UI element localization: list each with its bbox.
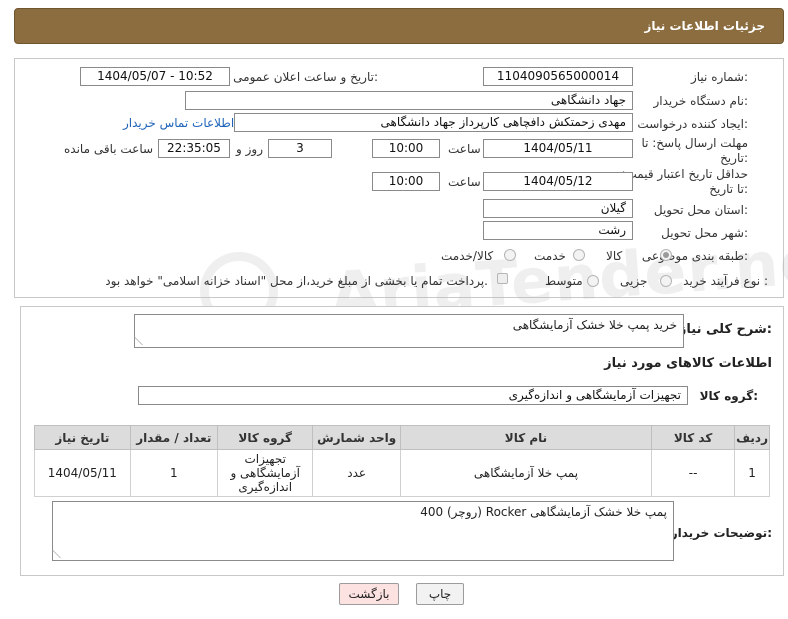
col-header-code: کد کالا [651, 425, 736, 450]
price-time-field: 10:00 [372, 172, 440, 191]
creator-label: ایجاد کننده درخواست: [637, 117, 748, 131]
category-option-both: کالا/خدمت [441, 249, 494, 263]
creator-field: مهدی زحمتکش دافچاهی کارپرداز جهاد دانشگا… [234, 113, 633, 132]
goods-group-label: گروه کالا: [699, 389, 758, 403]
category-radio-service[interactable] [573, 249, 585, 261]
goods-group-field: تجهیزات آزمایشگاهی و اندازه‌گیری [138, 386, 688, 405]
need-number-field: 1104090565000014 [483, 67, 633, 86]
buyer-notes-text: پمپ خلا خشک آزمایشگاهی Rocker (روچر) 400 [420, 505, 667, 519]
cell-row: 1 [734, 449, 770, 497]
items-table-header: ردیف کد کالا نام کالا واحد شمارش گروه کا… [34, 425, 770, 450]
treasury-payment-checkbox[interactable] [497, 273, 508, 284]
cell-name: پمپ خلا آزمایشگاهی [399, 449, 653, 497]
need-number-label: شماره نیاز: [690, 70, 748, 84]
reply-deadline-label: مهلت ارسال پاسخ: تا تاریخ: [641, 136, 748, 165]
process-radio-medium[interactable] [587, 275, 599, 287]
description-label: شرح کلی نیاز: [678, 322, 772, 337]
cell-code: -- [651, 449, 736, 497]
process-option-medium: متوسط [545, 274, 583, 288]
days-field: 3 [268, 139, 332, 158]
category-label: طبقه بندی موضوعی: [641, 249, 748, 263]
resize-grip-icon[interactable] [52, 550, 68, 558]
province-label: استان محل تحویل: [653, 203, 748, 217]
col-header-name: نام کالا [399, 425, 653, 450]
col-header-unit: واحد شمارش [312, 425, 401, 450]
cell-group: تجهیزات آزمایشگاهی و اندازه‌گیری [216, 449, 314, 497]
days-label: روز و [236, 142, 263, 156]
remaining-label: ساعت باقی مانده [64, 142, 154, 156]
price-date-field: 1404/05/12 [483, 172, 633, 191]
cell-qty: 1 [129, 449, 218, 497]
items-table-wrapper: ردیف کد کالا نام کالا واحد شمارش گروه کا… [34, 425, 770, 497]
description-text: خرید پمپ خلا خشک آزمایشگاهی [512, 318, 677, 332]
process-label: نوع فرآیند خرید : [683, 274, 768, 288]
category-option-goods: کالا [606, 249, 623, 263]
back-button[interactable]: بازگشت [339, 583, 399, 605]
print-button[interactable]: چاپ [416, 583, 464, 605]
announce-field: 1404/05/07 - 10:52 [80, 67, 230, 86]
cell-unit: عدد [312, 449, 401, 497]
announce-label: تاریخ و ساعت اعلان عمومی: [233, 70, 378, 84]
reply-time-label: ساعت [448, 142, 481, 156]
buyer-org-label: نام دستگاه خریدار: [653, 94, 749, 108]
table-row: 1 -- پمپ خلا آزمایشگاهی عدد تجهیزات آزما… [34, 449, 770, 497]
goods-info-title: اطلاعات کالاهای مورد نیاز [604, 356, 772, 371]
reply-date-field: 1404/05/11 [483, 139, 633, 158]
buyer-notes-field: پمپ خلا خشک آزمایشگاهی Rocker (روچر) 400 [52, 501, 674, 561]
description-field: خرید پمپ خلا خشک آزمایشگاهی [134, 314, 684, 348]
page-title-bar: جزئیات اطلاعات نیاز [14, 8, 784, 44]
payment-note: پرداخت تمام یا بخشی از مبلغ خرید،از محل … [105, 274, 488, 288]
province-field: گیلان [483, 199, 633, 218]
category-radio-goods[interactable] [660, 249, 672, 261]
page-title: جزئیات اطلاعات نیاز [644, 19, 765, 33]
price-time-label: ساعت [448, 175, 481, 189]
items-table: ردیف کد کالا نام کالا واحد شمارش گروه کا… [34, 425, 770, 497]
buyer-notes-label: توضیحات خریدار: [670, 526, 772, 540]
city-field: رشت [483, 221, 633, 240]
col-header-qty: تعداد / مقدار [129, 425, 218, 450]
category-radio-both[interactable] [504, 249, 516, 261]
col-header-date: تاریخ نیاز [34, 425, 131, 450]
contact-info-link[interactable]: اطلاعات تماس خریدار [123, 116, 234, 130]
buyer-org-field: جهاد دانشگاهی [185, 91, 633, 110]
col-header-row: ردیف [734, 425, 770, 450]
category-option-service: خدمت [534, 249, 566, 263]
cell-date: 1404/05/11 [34, 449, 131, 497]
price-deadline-label: حداقل تاریخ اعتبار قیمت: تا تاریخ: [621, 167, 748, 196]
resize-grip-icon[interactable] [134, 337, 150, 345]
reply-time-field: 10:00 [372, 139, 440, 158]
city-label: شهر محل تحویل: [661, 226, 748, 240]
process-radio-minor[interactable] [660, 275, 672, 287]
process-option-minor: جزیی [620, 274, 648, 288]
col-header-group: گروه کالا [216, 425, 314, 450]
remaining-time-field: 22:35:05 [158, 139, 230, 158]
